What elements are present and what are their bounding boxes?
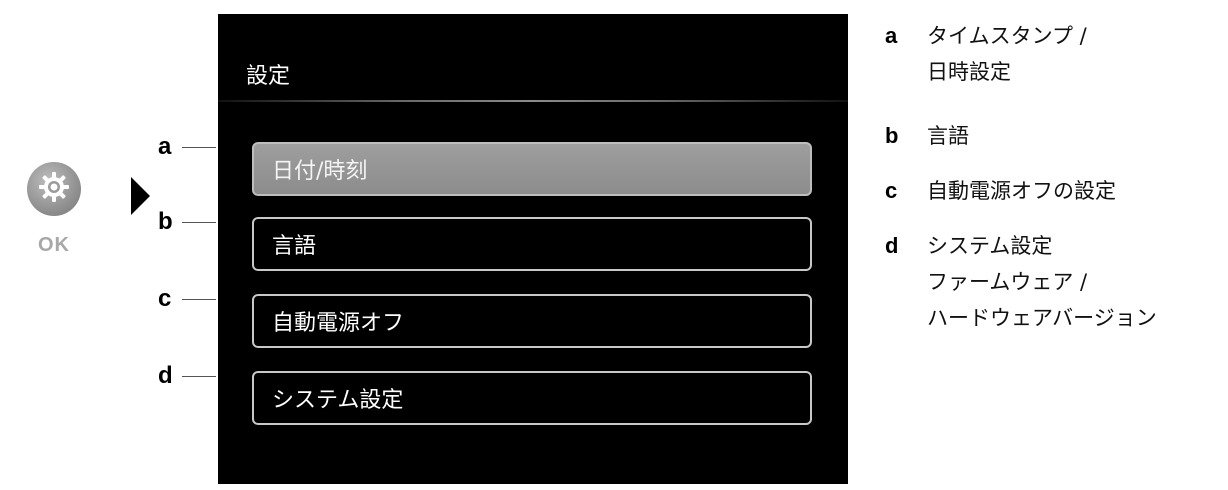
callout-letter: b <box>158 208 173 235</box>
callout-letter: d <box>158 362 173 389</box>
play-arrow-icon <box>131 177 150 215</box>
legend-line: システム設定 <box>927 234 1053 258</box>
legend-item-d: d システム設定 ファームウェア / ハードウェアバージョン <box>885 228 1157 336</box>
menu-item-date-time[interactable]: 日付/時刻 <box>252 142 812 196</box>
callout-b: b <box>158 207 248 237</box>
legend-line: ファームウェア / <box>927 270 1088 294</box>
legend-text: 自動電源オフの設定 <box>927 173 1116 209</box>
legend-line: 自動電源オフの設定 <box>927 179 1116 203</box>
legend-line: 言語 <box>927 124 969 148</box>
legend-item-b: b 言語 <box>885 118 969 154</box>
ok-label: OK <box>38 234 70 256</box>
callout-line <box>182 375 216 377</box>
callout-c: c <box>158 284 248 314</box>
menu-item-label: 言語 <box>272 234 317 259</box>
legend-letter: c <box>885 178 898 203</box>
menu-item-label: システム設定 <box>272 388 404 413</box>
title-divider <box>218 100 848 102</box>
menu-item-system-settings[interactable]: システム設定 <box>252 371 812 425</box>
callout-a: a <box>158 132 248 162</box>
settings-screen: 設定 日付/時刻 言語 自動電源オフ システム設定 <box>218 14 848 484</box>
callout-d: d <box>158 361 248 391</box>
legend-line: タイムスタンプ / <box>927 24 1087 48</box>
ok-button[interactable] <box>27 162 81 216</box>
legend-letter: a <box>885 23 898 48</box>
callout-line <box>182 146 216 148</box>
callout-letter: c <box>158 285 172 312</box>
menu-item-label: 日付/時刻 <box>272 159 368 184</box>
menu-item-label: 自動電源オフ <box>272 311 405 336</box>
menu-item-language[interactable]: 言語 <box>252 217 812 271</box>
legend-letter: b <box>885 123 899 148</box>
callout-line <box>182 221 216 223</box>
legend-line: ハードウェアバージョン <box>927 306 1157 330</box>
legend-text: 言語 <box>927 118 969 154</box>
menu-item-auto-power-off[interactable]: 自動電源オフ <box>252 294 812 348</box>
legend-letter: d <box>885 233 899 258</box>
legend-item-a: a タイムスタンプ / 日時設定 <box>885 18 1087 90</box>
legend-text: タイムスタンプ / 日時設定 <box>927 18 1087 90</box>
gear-icon <box>38 171 70 207</box>
callout-line <box>182 298 216 300</box>
callout-letter: a <box>158 133 172 160</box>
legend-text: システム設定 ファームウェア / ハードウェアバージョン <box>927 228 1157 336</box>
screen-title: 設定 <box>246 64 291 89</box>
legend-line: 日時設定 <box>927 60 1011 84</box>
legend-item-c: c 自動電源オフの設定 <box>885 173 1116 209</box>
ok-button-group: OK <box>18 162 90 257</box>
